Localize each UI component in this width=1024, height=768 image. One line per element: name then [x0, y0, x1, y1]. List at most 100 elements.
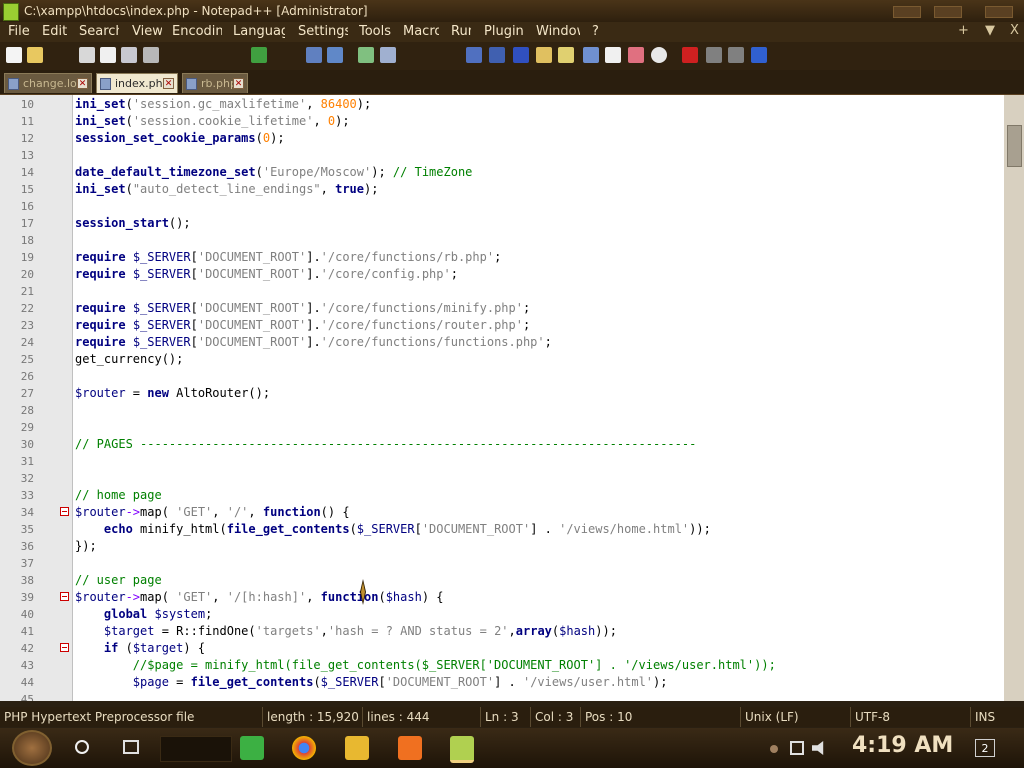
- sync-scroll-icon[interactable]: [466, 47, 482, 63]
- new-file-icon[interactable]: [6, 47, 22, 63]
- code-line[interactable]: 13: [0, 147, 1004, 164]
- tab-list-dropdown[interactable]: ▼: [985, 23, 995, 38]
- zoom-in-icon[interactable]: [358, 47, 374, 63]
- doc-map-icon[interactable]: [558, 47, 574, 63]
- open-file-icon[interactable]: [27, 47, 43, 63]
- stop-macro-icon[interactable]: [706, 47, 722, 63]
- code-line[interactable]: 29: [0, 419, 1004, 436]
- code-line[interactable]: 38 // user page: [0, 572, 1004, 589]
- code-line[interactable]: 42 if ($target) {: [0, 640, 1004, 657]
- minimize-button[interactable]: [893, 6, 921, 18]
- code-line[interactable]: 23 require $_SERVER['DOCUMENT_ROOT'].'/co…: [0, 317, 1004, 334]
- code-line[interactable]: 25 get_currency();: [0, 351, 1004, 368]
- menu-settings[interactable]: Settings: [298, 24, 348, 39]
- save-all-icon[interactable]: [79, 47, 95, 63]
- volume-muted-icon[interactable]: [812, 741, 824, 755]
- fold-toggle-icon[interactable]: [60, 507, 69, 516]
- menu-window[interactable]: Window: [536, 24, 580, 39]
- code-line[interactable]: 10 ini_set('session.gc_maxlifetime', 8640…: [0, 96, 1004, 113]
- close-file-icon[interactable]: [100, 47, 116, 63]
- menu-tools[interactable]: Tools: [359, 24, 391, 39]
- taskbar-search-box[interactable]: [160, 736, 232, 762]
- indent-guide-icon[interactable]: [536, 47, 552, 63]
- code-line[interactable]: 11 ini_set('session.cookie_lifetime', 0);: [0, 113, 1004, 130]
- tab-index-php[interactable]: index.php ✕: [96, 73, 178, 93]
- status-encoding[interactable]: UTF-8: [850, 707, 970, 727]
- code-line[interactable]: 37: [0, 555, 1004, 572]
- task-view-icon[interactable]: [123, 740, 139, 754]
- code-line[interactable]: 32: [0, 470, 1004, 487]
- menu-encoding[interactable]: Encoding: [172, 24, 222, 39]
- code-line[interactable]: 21: [0, 283, 1004, 300]
- tray-overflow-icon[interactable]: [770, 745, 778, 753]
- clock[interactable]: 4:19 AM: [852, 733, 953, 758]
- code-line[interactable]: 36});: [0, 538, 1004, 555]
- code-line[interactable]: 27 $router = new AltoRouter();: [0, 385, 1004, 402]
- start-button[interactable]: [12, 730, 52, 766]
- scrollbar-thumb[interactable]: [1007, 125, 1022, 167]
- code-line[interactable]: 39 $router->map( 'GET', '/[h:hash]', func…: [0, 589, 1004, 606]
- redo-icon[interactable]: [251, 47, 267, 63]
- code-line[interactable]: 28: [0, 402, 1004, 419]
- new-tab-button[interactable]: +: [958, 23, 969, 38]
- tab-rb-php[interactable]: rb.php ✕: [182, 73, 248, 93]
- monitoring-icon[interactable]: [628, 47, 644, 63]
- menu-language[interactable]: Language: [233, 24, 285, 39]
- cortana-icon[interactable]: [75, 740, 89, 754]
- folder-workspace-icon[interactable]: [605, 47, 621, 63]
- sheets-app-icon[interactable]: [240, 736, 264, 760]
- code-line[interactable]: 30 // PAGES -----------------------------…: [0, 436, 1004, 453]
- network-icon[interactable]: [790, 741, 804, 755]
- code-line[interactable]: 33 // home page: [0, 487, 1004, 504]
- menu-file[interactable]: File: [8, 24, 34, 39]
- word-wrap-icon[interactable]: [489, 47, 505, 63]
- code-line[interactable]: 35 echo minify_html(file_get_contents($_…: [0, 521, 1004, 538]
- code-line[interactable]: 34 $router->map( 'GET', '/', function() {: [0, 504, 1004, 521]
- code-line[interactable]: 45: [0, 691, 1004, 701]
- code-line[interactable]: 40 global $system;: [0, 606, 1004, 623]
- menu-help[interactable]: ?: [592, 24, 602, 39]
- close-icon[interactable]: ✕: [163, 78, 174, 89]
- eye-icon[interactable]: [651, 47, 667, 63]
- code-line[interactable]: 12 session_set_cookie_params(0);: [0, 130, 1004, 147]
- close-icon[interactable]: ✕: [77, 78, 88, 89]
- menu-search[interactable]: Search: [79, 24, 119, 39]
- xampp-icon[interactable]: [398, 736, 422, 760]
- fold-toggle-icon[interactable]: [60, 643, 69, 652]
- code-line[interactable]: 15 ini_set("auto_detect_line_endings", tr…: [0, 181, 1004, 198]
- close-window-button[interactable]: [985, 6, 1013, 18]
- menu-macro[interactable]: Macro: [403, 24, 439, 39]
- print-icon[interactable]: [143, 47, 159, 63]
- code-line[interactable]: 18: [0, 232, 1004, 249]
- code-line[interactable]: 24 require $_SERVER['DOCUMENT_ROOT'].'/co…: [0, 334, 1004, 351]
- status-eol[interactable]: Unix (LF): [740, 707, 850, 727]
- close-icon[interactable]: ✕: [233, 78, 244, 89]
- record-macro-icon[interactable]: [682, 47, 698, 63]
- code-line[interactable]: 43 //$page = minify_html(file_get_conten…: [0, 657, 1004, 674]
- code-line[interactable]: 31: [0, 453, 1004, 470]
- close-all-icon[interactable]: [121, 47, 137, 63]
- code-line[interactable]: 17 session_start();: [0, 215, 1004, 232]
- menu-plugins[interactable]: Plugins: [484, 24, 524, 39]
- notepad-plus-plus-taskbar-icon[interactable]: [450, 736, 474, 763]
- replace-icon[interactable]: [327, 47, 343, 63]
- menu-edit[interactable]: Edit: [42, 24, 70, 39]
- status-insert-mode[interactable]: INS: [970, 707, 1024, 727]
- menu-run[interactable]: Run: [451, 24, 471, 39]
- zoom-out-icon[interactable]: [380, 47, 396, 63]
- code-line[interactable]: 16: [0, 198, 1004, 215]
- close-doc-button[interactable]: X: [1010, 23, 1019, 38]
- code-editor[interactable]: 10 ini_set('session.gc_maxlifetime', 8640…: [0, 95, 1004, 701]
- chrome-icon[interactable]: [292, 736, 316, 760]
- file-explorer-icon[interactable]: [345, 736, 369, 760]
- notification-center-icon[interactable]: 2: [975, 739, 995, 757]
- code-line[interactable]: 19 require $_SERVER['DOCUMENT_ROOT'].'/co…: [0, 249, 1004, 266]
- code-line[interactable]: 44 $page = file_get_contents($_SERVER['D…: [0, 674, 1004, 691]
- maximize-button[interactable]: [934, 6, 962, 18]
- vertical-scrollbar[interactable]: [1004, 95, 1024, 701]
- play-macro-icon[interactable]: [728, 47, 744, 63]
- code-line[interactable]: 20 require $_SERVER['DOCUMENT_ROOT'].'/co…: [0, 266, 1004, 283]
- code-line[interactable]: 22 require $_SERVER['DOCUMENT_ROOT'].'/co…: [0, 300, 1004, 317]
- code-line[interactable]: 26: [0, 368, 1004, 385]
- code-line[interactable]: 14 date_default_timezone_set('Europe/Mosc…: [0, 164, 1004, 181]
